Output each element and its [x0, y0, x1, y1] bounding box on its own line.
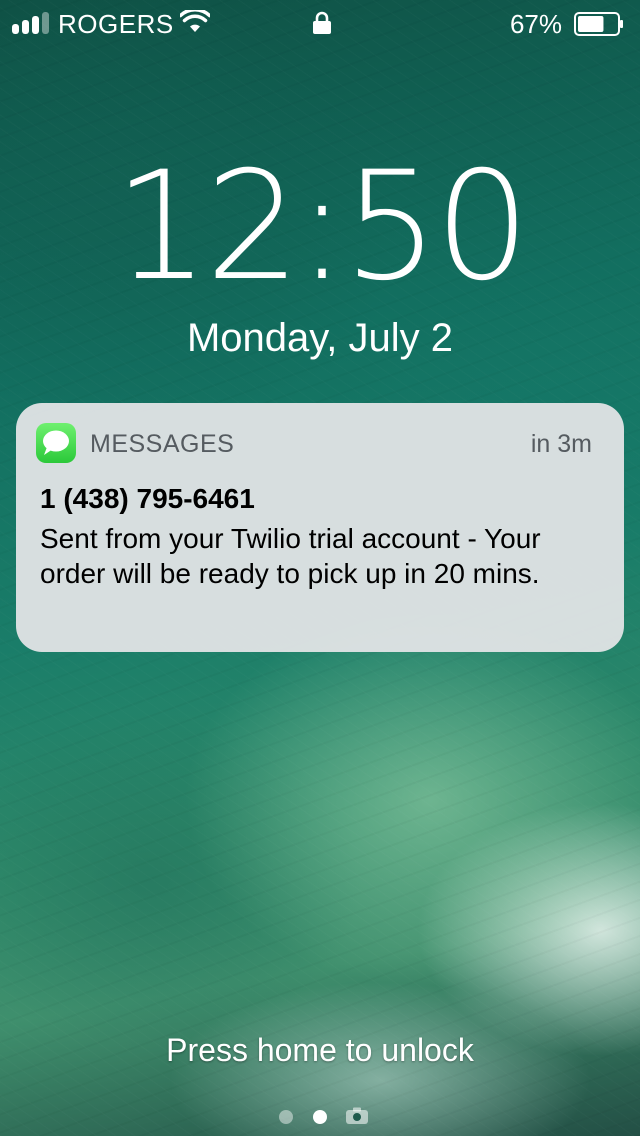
camera-icon[interactable]	[345, 1107, 369, 1125]
messages-app-icon	[36, 423, 76, 463]
lock-screen-date: Monday, July 2	[186, 316, 454, 360]
message-notification[interactable]: MESSAGES in 3m 1 (438) 795-6461 Sent fro…	[16, 403, 624, 652]
battery-percentage: 67%	[509, 9, 562, 39]
status-bar: ROGERS 67%	[0, 0, 640, 46]
page-dot-1[interactable]	[279, 1110, 293, 1124]
notification-app-name: MESSAGES	[90, 430, 235, 458]
notification-message-body: Sent from your Twilio trial account - Yo…	[40, 523, 541, 589]
battery-icon	[574, 12, 623, 36]
page-indicator	[0, 1104, 640, 1128]
lock-screen: ROGERS 67% 12:50 Monday, July 2 MESSAGES…	[0, 0, 640, 1136]
carrier-name: ROGERS	[58, 9, 174, 39]
lock-icon	[313, 11, 331, 34]
lock-screen-clock: 12:50	[113, 140, 530, 314]
wifi-icon	[180, 10, 210, 32]
signal-strength-icon	[12, 12, 54, 34]
notification-sender: 1 (438) 795-6461	[40, 483, 255, 514]
page-dot-2[interactable]	[313, 1110, 327, 1124]
notification-timestamp: in 3m	[530, 430, 592, 458]
unlock-hint: Press home to unlock	[166, 1032, 474, 1068]
